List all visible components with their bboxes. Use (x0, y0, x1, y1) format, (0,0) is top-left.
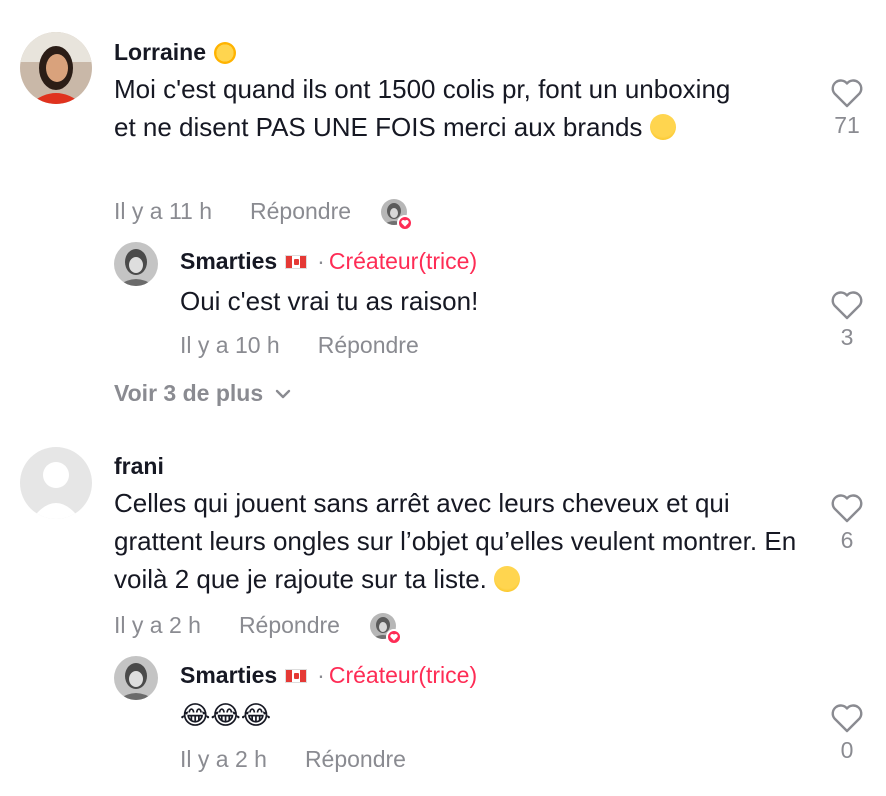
canada-flag-icon (285, 254, 308, 269)
comment-text: Celles qui jouent sans arrêt avec leurs … (114, 488, 797, 594)
reply-button[interactable]: Répondre (318, 332, 419, 359)
heart-badge-icon (397, 214, 414, 231)
creator-liked-indicator (369, 612, 402, 645)
reply-text: Oui c'est vrai tu as raison! (180, 286, 479, 316)
avatar[interactable] (20, 32, 92, 104)
comment-meta: Il y a 11 h Répondre (114, 198, 414, 231)
avatar[interactable] (114, 656, 158, 700)
creator-liked-indicator (381, 198, 414, 231)
sun-emoji-icon (214, 41, 237, 64)
view-more-replies-button[interactable]: Voir 3 de plus (114, 380, 291, 407)
comment-username[interactable]: frani (114, 453, 164, 480)
separator-dot: · (317, 248, 325, 274)
like-column: 3 (817, 290, 877, 351)
like-count: 6 (840, 527, 854, 553)
heart-outline-icon[interactable] (830, 290, 864, 320)
comment-time: Il y a 11 h (114, 198, 213, 224)
like-column: 0 (817, 703, 877, 764)
reply-text: 😂😂😂 (180, 700, 272, 730)
heart-outline-icon[interactable] (830, 493, 864, 523)
heart-outline-icon[interactable] (830, 703, 864, 733)
reply-button[interactable]: Répondre (250, 198, 351, 225)
winking-tongue-emoji-icon (494, 566, 521, 592)
avatar[interactable] (20, 447, 92, 519)
reply-meta: Il y a 10 h Répondre (180, 332, 419, 359)
creator-badge: Créateur(trice) (328, 248, 478, 274)
reply-button[interactable]: Répondre (239, 612, 340, 639)
reply-time: Il y a 2 h (180, 746, 267, 772)
like-column: 71 (817, 78, 877, 139)
canada-flag-icon (285, 668, 308, 683)
avatar[interactable] (114, 242, 158, 286)
like-count: 71 (834, 112, 860, 138)
comment-meta: Il y a 2 h Répondre (114, 612, 402, 645)
separator-dot: · (317, 662, 325, 688)
reply-meta: Il y a 2 h Répondre (180, 746, 406, 773)
like-column: 6 (817, 493, 877, 554)
reply-username[interactable]: Smarties · Créateur(trice) (180, 662, 477, 689)
heart-outline-icon[interactable] (830, 78, 864, 108)
comment-username[interactable]: Lorraine (114, 39, 237, 66)
comment-text: Moi c'est quand ils ont 1500 colis pr, f… (114, 74, 731, 142)
reply-username[interactable]: Smarties · Créateur(trice) (180, 248, 477, 275)
like-count: 0 (840, 737, 854, 763)
comment-time: Il y a 2 h (114, 612, 201, 638)
like-count: 3 (840, 324, 854, 350)
crying-face-emoji-icon (649, 114, 676, 140)
reply-button[interactable]: Répondre (305, 746, 406, 773)
reply-time: Il y a 10 h (180, 332, 280, 358)
creator-badge: Créateur(trice) (328, 662, 478, 688)
chevron-down-icon (275, 389, 291, 398)
heart-badge-icon (385, 628, 402, 645)
